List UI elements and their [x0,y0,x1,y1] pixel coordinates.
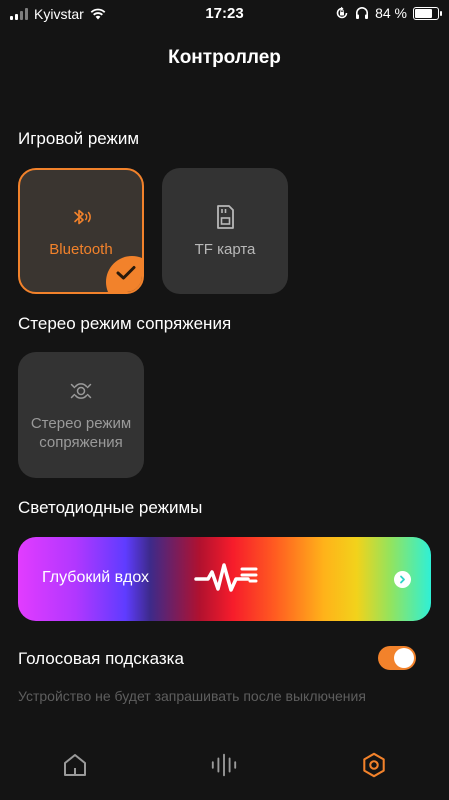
headphones-icon [356,7,369,19]
led-modes-section-label: Светодиодные режимы [18,498,203,517]
bottom-nav [0,730,449,800]
sd-card-icon [213,204,237,230]
battery-percent: 84 % [375,5,407,21]
equalizer-icon [211,753,237,777]
selected-check-badge [106,256,142,292]
nav-settings[interactable] [360,751,388,779]
page-title: Контроллер [168,47,281,68]
stereo-pairing-icon [68,378,94,404]
bluetooth-icon [68,204,94,230]
voice-prompt-hint: Устройство не будет запрашивать после вы… [18,688,366,704]
battery-icon [413,6,442,20]
led-mode-name: Глубокий вдох [42,569,150,586]
chevron-right-icon[interactable] [394,571,411,588]
nav-home[interactable] [61,751,89,779]
stereo-pairing-label: Стерео режим сопряжения [30,415,132,451]
settings-hex-icon [363,752,385,778]
game-mode-option-label: Bluetooth [49,240,113,258]
game-mode-section-label: Игровой режим [18,129,140,148]
stereo-pairing-section-label: Стерео режим сопряжения [18,314,232,333]
voice-prompt-label: Голосовая подсказка [18,649,184,668]
stereo-pairing-tile[interactable]: Стерео режим сопряжения [18,352,144,478]
nav-equalizer[interactable] [210,751,238,779]
orientation-lock-icon [336,6,348,19]
checkmark-icon [116,266,136,280]
status-right: 84 % [335,5,442,21]
heartbeat-wave-icon [194,563,258,592]
home-icon [64,754,86,776]
led-mode-card[interactable]: Глубокий вдох [18,537,431,621]
voice-prompt-toggle[interactable] [378,646,416,670]
game-mode-option-label: TF карта [194,240,256,258]
game-mode-option-bluetooth[interactable]: Bluetooth [18,168,144,294]
status-bar: Kyivstar 17:23 84 % [0,0,449,26]
game-mode-option-tf-card[interactable]: TF карта [162,168,288,294]
toggle-knob [394,648,414,668]
